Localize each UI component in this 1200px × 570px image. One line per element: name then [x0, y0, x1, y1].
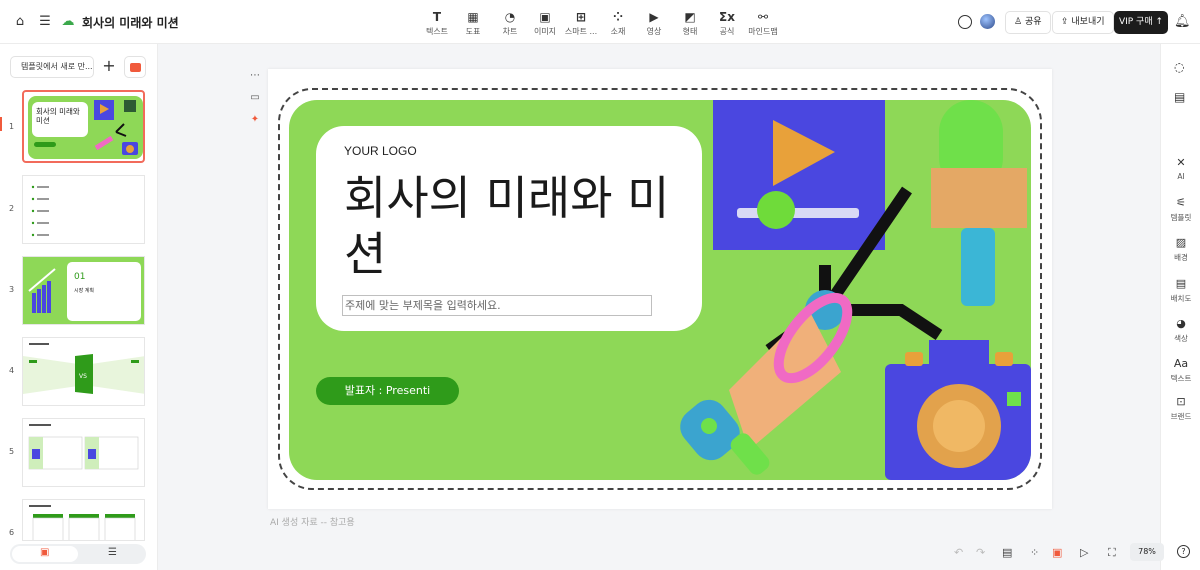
menu-icon[interactable]: ☰: [37, 14, 53, 30]
undo-icon[interactable]: ↶: [954, 546, 963, 559]
panel-layout[interactable]: ▤ 배치도: [1161, 277, 1200, 304]
new-from-template-button[interactable]: 템플릿에서 새로 만...: [10, 56, 94, 78]
panel-brand[interactable]: ⊡ 브랜드: [1161, 395, 1200, 422]
slide-number: 3: [9, 285, 15, 294]
ai-sparkle-icon[interactable]: ✦: [246, 114, 264, 136]
subtitle-input[interactable]: 주제에 맞는 부제목을 입력하세요.: [342, 295, 652, 316]
slide-number: 5: [9, 447, 15, 456]
slide-number: 1: [9, 122, 15, 131]
mindmap-icon: ⚯: [757, 10, 769, 24]
slide-number: 2: [9, 204, 15, 213]
avatar[interactable]: [980, 14, 995, 29]
fit-screen-icon[interactable]: ⛶: [1108, 546, 1116, 560]
panel-ai[interactable]: ✕ AI: [1161, 156, 1200, 181]
cloud-saved-icon: ☁: [61, 14, 75, 29]
slide-thumbnail-6[interactable]: [22, 499, 145, 541]
palette-icon: ◕: [1176, 317, 1186, 330]
slide-thumbnail-2[interactable]: [22, 175, 145, 244]
outline-view-icon[interactable]: ☰: [108, 547, 117, 558]
bell-icon[interactable]: 🔔︎: [1174, 14, 1191, 30]
film-icon: ▣: [40, 547, 50, 558]
template-icon: ⚟: [1176, 196, 1186, 209]
slide-thumbnail-3[interactable]: 01 시장 계획: [22, 256, 145, 325]
presenter-label[interactable]: 발표자 : Presenti: [316, 377, 459, 405]
slide-canvas[interactable]: YOUR LOGO 회사의 미래와 미션 주제에 맞는 부제목을 입력하세요. …: [268, 69, 1052, 509]
panel-color[interactable]: ◕ 색상: [1161, 317, 1200, 344]
grid-view-icon[interactable]: ⁘: [1030, 546, 1039, 559]
home-icon[interactable]: ⌂: [12, 14, 28, 30]
slide-number: 4: [9, 366, 15, 375]
svg-text:미션: 미션: [36, 115, 50, 125]
notes-icon[interactable]: ▤: [1002, 546, 1012, 559]
brand-icon: ⊡: [1176, 395, 1186, 408]
svg-text:01: 01: [74, 272, 85, 282]
ai-disclaimer: AI 생성 자료 -- 참고용: [270, 518, 355, 528]
export-button[interactable]: ⇪ 내보내기: [1052, 11, 1114, 34]
present-icon[interactable]: ▷: [1080, 546, 1088, 559]
panel-template[interactable]: ⚟ 템플릿: [1161, 196, 1200, 223]
svg-text:VS: VS: [79, 373, 87, 380]
help-icon[interactable]: ?: [1177, 545, 1190, 558]
svg-text:회사의 미래와: 회사의 미래와: [36, 106, 80, 116]
slide-panel: 템플릿에서 새로 만... + 1 회사의 미래와 미션 2 3 01 시장 계…: [0, 44, 158, 570]
slide-number: 6: [9, 528, 15, 537]
search-icon[interactable]: ⌕: [166, 14, 182, 30]
panel-text[interactable]: Aa 텍스트: [1161, 357, 1200, 384]
play-icon[interactable]: [958, 15, 972, 29]
title-card: YOUR LOGO 회사의 미래와 미션 주제에 맞는 부제목을 입력하세요.: [316, 126, 702, 331]
redo-icon[interactable]: ↷: [976, 546, 985, 559]
slide-background: YOUR LOGO 회사의 미래와 미션 주제에 맞는 부제목을 입력하세요. …: [289, 100, 1031, 480]
logo-placeholder[interactable]: YOUR LOGO: [344, 144, 417, 158]
add-slide-button[interactable]: +: [98, 56, 120, 78]
view-toggle: ▣ ☰: [10, 544, 146, 564]
slide-thumbnail-4[interactable]: VS: [22, 337, 145, 406]
active-slide-marker: [0, 117, 2, 131]
vip-button[interactable]: VIP 구매 ↑: [1114, 11, 1168, 34]
zoom-level[interactable]: 78%: [1130, 543, 1164, 561]
layout-icon: ▤: [1175, 277, 1187, 290]
layout-icon[interactable]: ▭: [246, 92, 264, 114]
font-icon: Aa: [1173, 357, 1189, 370]
slide-view-icon[interactable]: ▣: [1052, 546, 1062, 559]
bottom-toolbar: ↶ ↷ ▤ ⁘ ▣ ▷ ⛶: [940, 540, 1155, 564]
store-icon: [130, 63, 141, 72]
document-title[interactable]: 회사의 미래와 미션: [82, 14, 179, 31]
slide-thumbnail-5[interactable]: [22, 418, 145, 487]
share-button[interactable]: ♙ 공유: [1005, 11, 1051, 34]
template-store-button[interactable]: [124, 56, 146, 78]
top-toolbar: ⌂ ☰ ☁ 회사의 미래와 미션 ⌕ T 텍스트 ▦ 도표 ◔ 차트 ▣ 이미지 ⊞ 스마…: [0, 0, 1200, 44]
more-icon[interactable]: ⋯: [246, 70, 264, 92]
ai-icon: ✕: [1176, 156, 1186, 169]
comment-icon[interactable]: ◌: [1174, 60, 1184, 74]
panel-background[interactable]: ▨ 배경: [1161, 236, 1200, 263]
slide-title[interactable]: 회사의 미래와 미션: [344, 170, 674, 282]
right-panel: ◌ ▤ ✕ AI ⚟ 템플릿 ▨ 배경 ▤ 배치도 ◕ 색상 Aa 텍스트 ⊡ 브랜드: [1160, 44, 1200, 570]
calendar-icon[interactable]: ▤: [1174, 90, 1185, 104]
canvas-side-tools: ⋯ ▭ ✦: [246, 70, 264, 136]
slide-thumbnail-1[interactable]: 회사의 미래와 미션: [22, 90, 145, 163]
background-icon: ▨: [1175, 236, 1187, 249]
svg-text:시장 계획: 시장 계획: [74, 287, 94, 294]
tool-mindmap[interactable]: ⚯ 마인드맵: [741, 9, 785, 37]
